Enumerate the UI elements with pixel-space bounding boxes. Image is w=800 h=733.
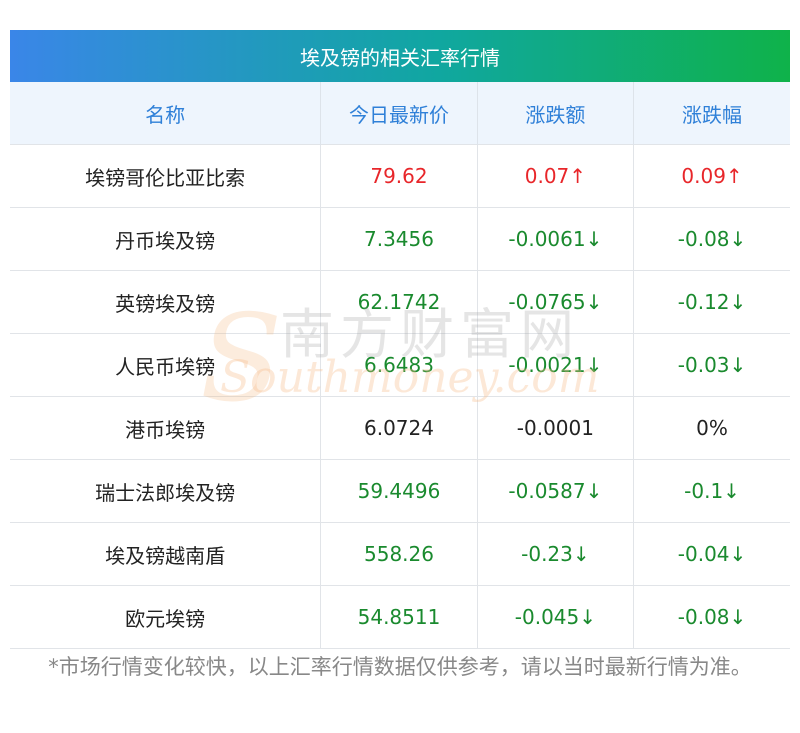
change-percent: -0.08↓ — [633, 585, 790, 649]
disclaimer-footnote: *市场行情变化较快，以上汇率行情数据仅供参考，请以当时最新行情为准。 — [48, 655, 752, 679]
currency-pair-name: 埃镑哥伦比亚比索 — [10, 144, 322, 208]
currency-pair-name: 丹币埃及镑 — [10, 207, 322, 271]
change-percent: 0.09↑ — [633, 144, 790, 208]
table-row[interactable]: 英镑埃及镑 62.1742 -0.0765↓ -0.12↓ — [10, 270, 790, 334]
table-row[interactable]: 丹币埃及镑 7.3456 -0.0061↓ -0.08↓ — [10, 207, 790, 271]
change-amount: -0.045↓ — [477, 585, 635, 649]
change-amount: -0.0587↓ — [477, 459, 635, 523]
change-percent: 0% — [633, 396, 790, 460]
change-percent: -0.1↓ — [633, 459, 790, 523]
change-percent: -0.04↓ — [633, 522, 790, 586]
currency-pair-name: 欧元埃镑 — [10, 585, 322, 649]
currency-pair-name: 埃及镑越南盾 — [10, 522, 322, 586]
exchange-rate-panel: 埃及镑的相关汇率行情 名称 今日最新价 涨跌额 涨跌幅 埃镑哥伦比亚比索 79.6… — [10, 30, 790, 649]
change-percent: -0.08↓ — [633, 207, 790, 271]
latest-price: 6.6483 — [320, 333, 478, 397]
latest-price: 79.62 — [320, 144, 478, 208]
table-row[interactable]: 瑞士法郎埃及镑 59.4496 -0.0587↓ -0.1↓ — [10, 459, 790, 523]
table-row[interactable]: 欧元埃镑 54.8511 -0.045↓ -0.08↓ — [10, 585, 790, 649]
table-row[interactable]: 港币埃镑 6.0724 -0.0001 0% — [10, 396, 790, 460]
change-amount: -0.23↓ — [477, 522, 635, 586]
column-header-price: 今日最新价 — [320, 82, 478, 145]
change-amount: -0.0001 — [477, 396, 635, 460]
latest-price: 59.4496 — [320, 459, 478, 523]
latest-price: 62.1742 — [320, 270, 478, 334]
column-header-change: 涨跌额 — [477, 82, 635, 145]
column-header-percent: 涨跌幅 — [633, 82, 790, 145]
latest-price: 54.8511 — [320, 585, 478, 649]
table-row[interactable]: 人民币埃镑 6.6483 -0.0021↓ -0.03↓ — [10, 333, 790, 397]
table-row[interactable]: 埃镑哥伦比亚比索 79.62 0.07↑ 0.09↑ — [10, 144, 790, 208]
change-amount: -0.0061↓ — [477, 207, 635, 271]
table-row[interactable]: 埃及镑越南盾 558.26 -0.23↓ -0.04↓ — [10, 522, 790, 586]
panel-title: 埃及镑的相关汇率行情 — [10, 30, 790, 82]
currency-pair-name: 人民币埃镑 — [10, 333, 322, 397]
change-amount: -0.0021↓ — [477, 333, 635, 397]
currency-pair-name: 港币埃镑 — [10, 396, 322, 460]
rate-table: 名称 今日最新价 涨跌额 涨跌幅 埃镑哥伦比亚比索 79.62 0.07↑ 0.09↑… — [10, 82, 790, 649]
latest-price: 558.26 — [320, 522, 478, 586]
change-amount: 0.07↑ — [477, 144, 635, 208]
change-percent: -0.03↓ — [633, 333, 790, 397]
latest-price: 6.0724 — [320, 396, 478, 460]
currency-pair-name: 瑞士法郎埃及镑 — [10, 459, 322, 523]
column-header-name: 名称 — [10, 82, 322, 145]
currency-pair-name: 英镑埃及镑 — [10, 270, 322, 334]
change-percent: -0.12↓ — [633, 270, 790, 334]
table-header-row: 名称 今日最新价 涨跌额 涨跌幅 — [10, 82, 790, 145]
change-amount: -0.0765↓ — [477, 270, 635, 334]
latest-price: 7.3456 — [320, 207, 478, 271]
